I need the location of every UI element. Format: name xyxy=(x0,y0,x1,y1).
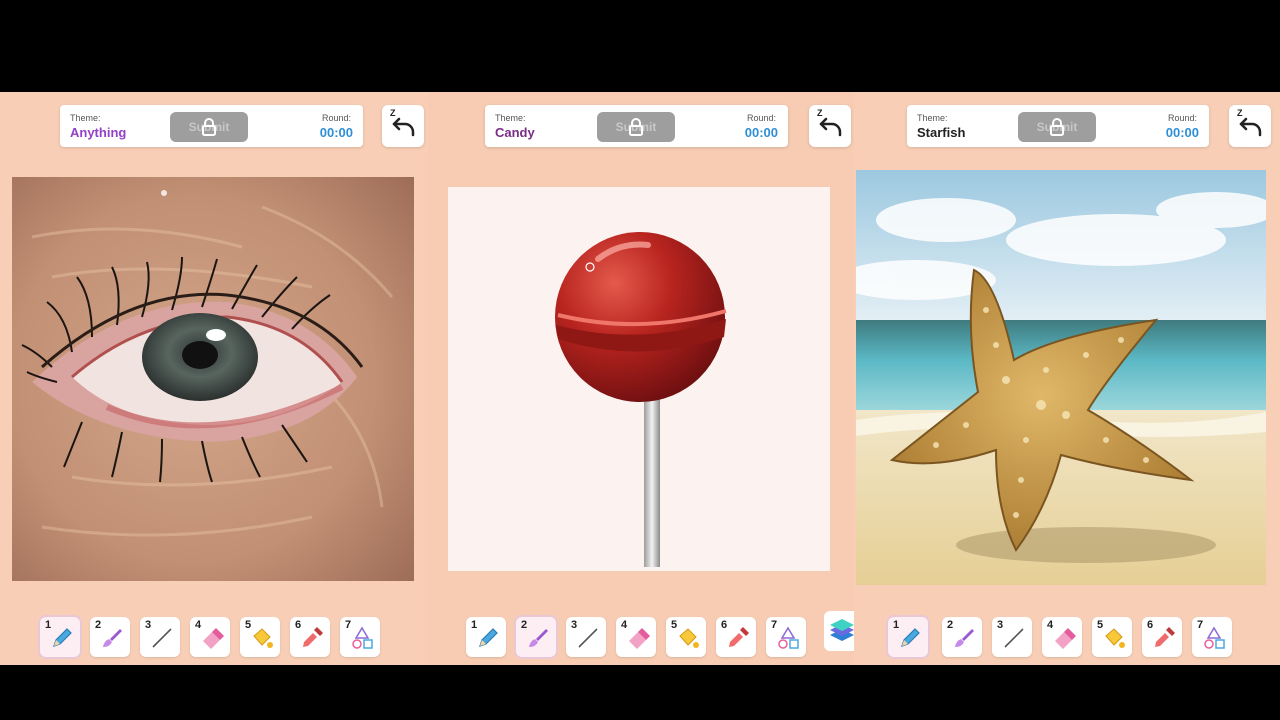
tool-line[interactable]: 3 xyxy=(140,617,180,657)
theme-value: Starfish xyxy=(917,125,966,140)
tool-palette: 1 2 3 4 5 6 7 xyxy=(886,617,1236,659)
tool-eyedropper[interactable]: 6 xyxy=(716,617,756,657)
theme-label: Theme: xyxy=(70,113,101,123)
drawing-panel-1: Theme: Anything Submit Round: 00:00 Z 1 … xyxy=(0,92,428,665)
header-bar: Theme: Candy Submit Round: 00:00 xyxy=(485,105,788,147)
header-bar: Theme: Anything Submit Round: 00:00 xyxy=(60,105,363,147)
undo-button[interactable]: Z xyxy=(809,105,851,147)
undo-button[interactable]: Z xyxy=(382,105,424,147)
drawing-panel-2: Theme: Candy Submit Round: 00:00 Z 1 2 3… xyxy=(428,92,854,665)
tool-eraser[interactable]: 4 xyxy=(616,617,656,657)
submit-button[interactable]: Submit xyxy=(1018,112,1096,142)
submit-button[interactable]: Submit xyxy=(170,112,248,142)
layers-button[interactable] xyxy=(824,611,854,651)
bucket-icon xyxy=(253,628,273,648)
pencil-icon xyxy=(479,628,498,647)
drawing-panel-3: Theme: Starfish Submit Round: 00:00 Z 1 … xyxy=(854,92,1280,665)
round-label: Round: xyxy=(321,113,351,123)
theme-label: Theme: xyxy=(495,113,526,123)
tool-palette: 1 2 3 4 5 6 7 xyxy=(38,617,388,659)
brush-icon xyxy=(955,629,974,647)
pencil-icon xyxy=(53,628,72,647)
shapes-icon xyxy=(1204,626,1225,649)
tool-eyedropper[interactable]: 6 xyxy=(1142,617,1182,657)
tool-fill[interactable]: 5 xyxy=(666,617,706,657)
tool-palette: 1 2 3 4 5 6 7 xyxy=(464,617,814,659)
shapes-icon xyxy=(778,626,799,649)
bucket-icon xyxy=(679,628,699,648)
lock-icon xyxy=(202,118,216,136)
theme-value: Candy xyxy=(495,125,535,140)
round-label: Round: xyxy=(1167,113,1197,123)
brush-icon xyxy=(529,629,548,647)
tool-shapes[interactable]: 7 xyxy=(340,617,380,657)
tool-pencil[interactable]: 1 xyxy=(466,617,506,657)
round-timer: 00:00 xyxy=(1165,125,1199,140)
tool-brush[interactable]: 2 xyxy=(90,617,130,657)
line-icon xyxy=(152,628,172,648)
eyedropper-icon xyxy=(303,627,323,647)
tool-line[interactable]: 3 xyxy=(566,617,606,657)
tool-fill[interactable]: 5 xyxy=(1092,617,1132,657)
line-icon xyxy=(1004,628,1024,648)
drawing-canvas[interactable] xyxy=(856,170,1266,585)
lock-icon xyxy=(629,118,643,136)
undo-icon xyxy=(819,117,842,137)
pencil-icon xyxy=(901,628,920,647)
starfish-painting xyxy=(856,170,1266,585)
tool-brush[interactable]: 2 xyxy=(942,617,982,657)
tool-pencil[interactable]: 1 xyxy=(888,617,928,657)
eyedropper-icon xyxy=(729,627,749,647)
line-icon xyxy=(578,628,598,648)
round-label: Round: xyxy=(746,113,776,123)
eraser-icon xyxy=(203,628,224,649)
drawing-canvas[interactable] xyxy=(12,177,414,581)
eraser-icon xyxy=(629,628,650,649)
round-timer: 00:00 xyxy=(744,125,778,140)
eye-painting xyxy=(12,177,414,581)
eraser-icon xyxy=(1055,628,1076,649)
undo-button[interactable]: Z xyxy=(1229,105,1271,147)
tool-shapes[interactable]: 7 xyxy=(766,617,806,657)
undo-icon xyxy=(392,117,415,137)
eyedropper-icon xyxy=(1155,627,1175,647)
tool-fill[interactable]: 5 xyxy=(240,617,280,657)
tool-line[interactable]: 3 xyxy=(992,617,1032,657)
lollipop-painting xyxy=(555,232,727,567)
tool-eraser[interactable]: 4 xyxy=(1042,617,1082,657)
layers-icon xyxy=(830,619,854,641)
tool-brush[interactable]: 2 xyxy=(516,617,556,657)
undo-icon xyxy=(1239,117,1262,137)
theme-value: Anything xyxy=(70,125,127,140)
submit-button[interactable]: Submit xyxy=(597,112,675,142)
tool-pencil[interactable]: 1 xyxy=(40,617,80,657)
header-bar: Theme: Starfish Submit Round: 00:00 xyxy=(907,105,1209,147)
drawing-canvas[interactable] xyxy=(448,187,830,571)
tool-eyedropper[interactable]: 6 xyxy=(290,617,330,657)
tool-shapes[interactable]: 7 xyxy=(1192,617,1232,657)
brush-icon xyxy=(103,629,122,647)
shapes-icon xyxy=(352,626,373,649)
lock-icon xyxy=(1050,118,1064,136)
theme-label: Theme: xyxy=(917,113,948,123)
round-timer: 00:00 xyxy=(319,125,353,140)
tool-eraser[interactable]: 4 xyxy=(190,617,230,657)
bucket-icon xyxy=(1105,628,1125,648)
